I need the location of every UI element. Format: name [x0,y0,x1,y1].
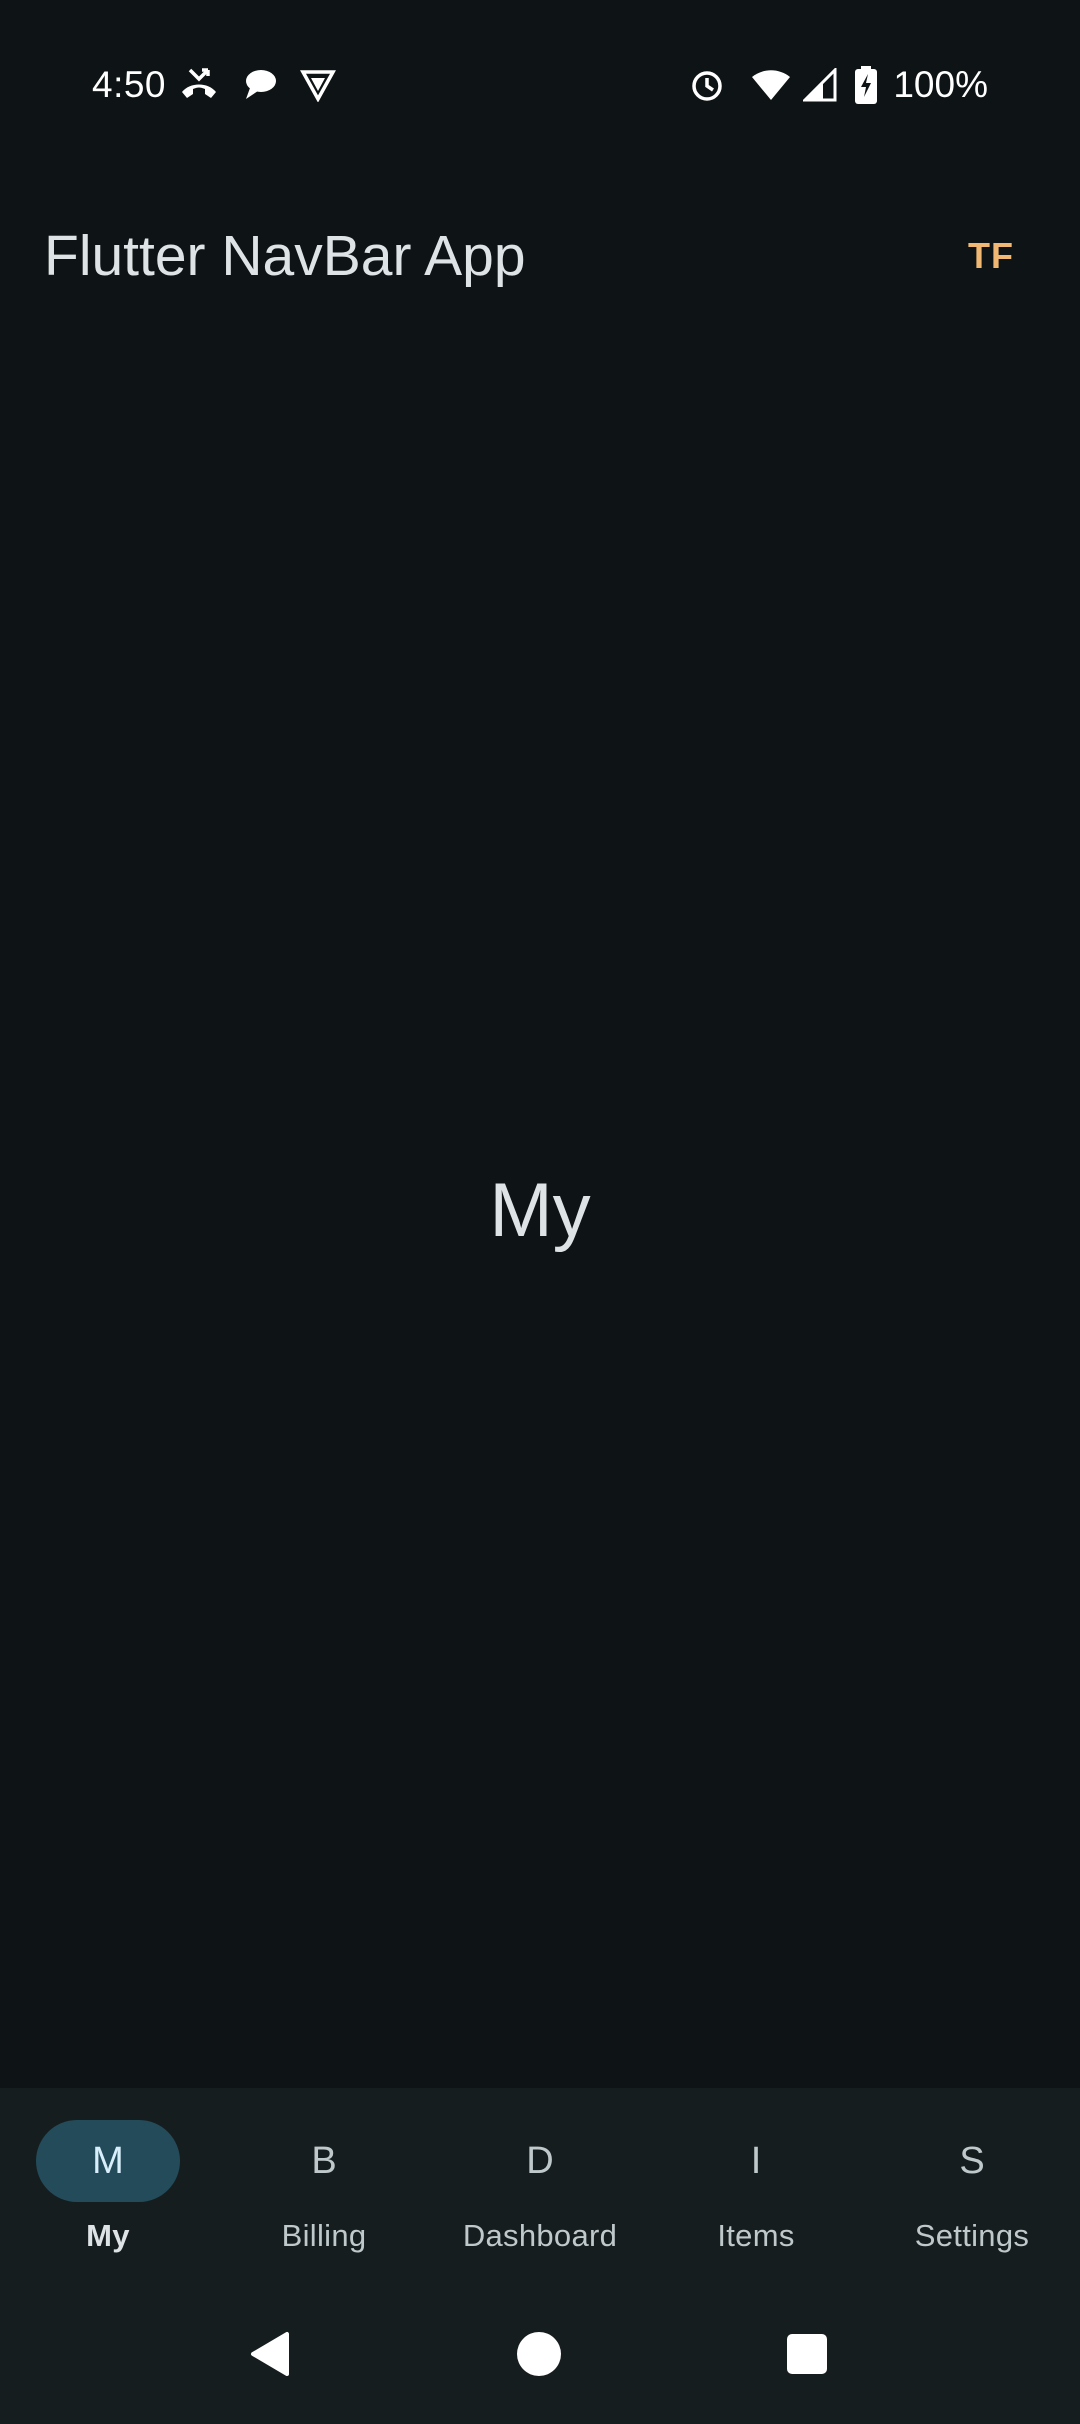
chat-bubble-icon [242,66,278,102]
battery-charging-icon [855,66,878,104]
avatar[interactable]: TF [968,232,1014,280]
items-icon: I [750,2140,762,2182]
nav-item-billing[interactable]: B Billing [216,2088,432,2284]
home-button[interactable] [509,2324,569,2384]
nav-item-my[interactable]: M My [0,2088,216,2284]
back-icon [251,2332,289,2376]
page-label: My [489,1168,591,1253]
app-bar: Flutter NavBar App TF [0,176,1080,336]
nav-indicator: S [900,2120,1044,2202]
vpn-shield-icon [300,66,336,102]
status-system-icons: 100% [689,60,988,110]
missed-call-icon [178,66,220,102]
billing-icon: B [311,2140,337,2182]
wifi-icon [751,68,791,102]
back-button[interactable] [240,2324,300,2384]
nav-indicator: B [252,2120,396,2202]
nav-label-settings: Settings [914,2218,1030,2253]
system-navigation-bar [0,2284,1080,2424]
settings-icon: S [959,2140,985,2182]
nav-item-settings[interactable]: S Settings [864,2088,1080,2284]
nav-item-dashboard[interactable]: D Dashboard [432,2088,648,2284]
alarm-clock-icon [689,67,725,103]
home-icon [517,2332,561,2376]
page-content: My [0,336,1080,2088]
nav-label-items: Items [717,2218,795,2253]
nav-label-dashboard: Dashboard [462,2218,618,2253]
recents-icon [787,2334,827,2374]
status-notification-icons [178,66,336,102]
nav-label-billing: Billing [281,2218,367,2253]
status-bar: 4:50 100% [0,0,1080,176]
cell-signal-icon [803,68,837,102]
app-title: Flutter NavBar App [44,224,526,288]
dashboard-icon: D [526,2140,554,2182]
nav-label-my: My [86,2218,130,2253]
nav-indicator: D [468,2120,612,2202]
nav-item-items[interactable]: I Items [648,2088,864,2284]
status-time: 4:50 [92,64,167,105]
battery-percentage: 100% [893,64,988,105]
my-icon: M [92,2140,124,2182]
nav-indicator: M [36,2120,180,2202]
recents-button[interactable] [777,2324,837,2384]
nav-indicator: I [684,2120,828,2202]
bottom-navigation-bar: M My B Billing D Dashboard I Items S Set… [0,2088,1080,2284]
